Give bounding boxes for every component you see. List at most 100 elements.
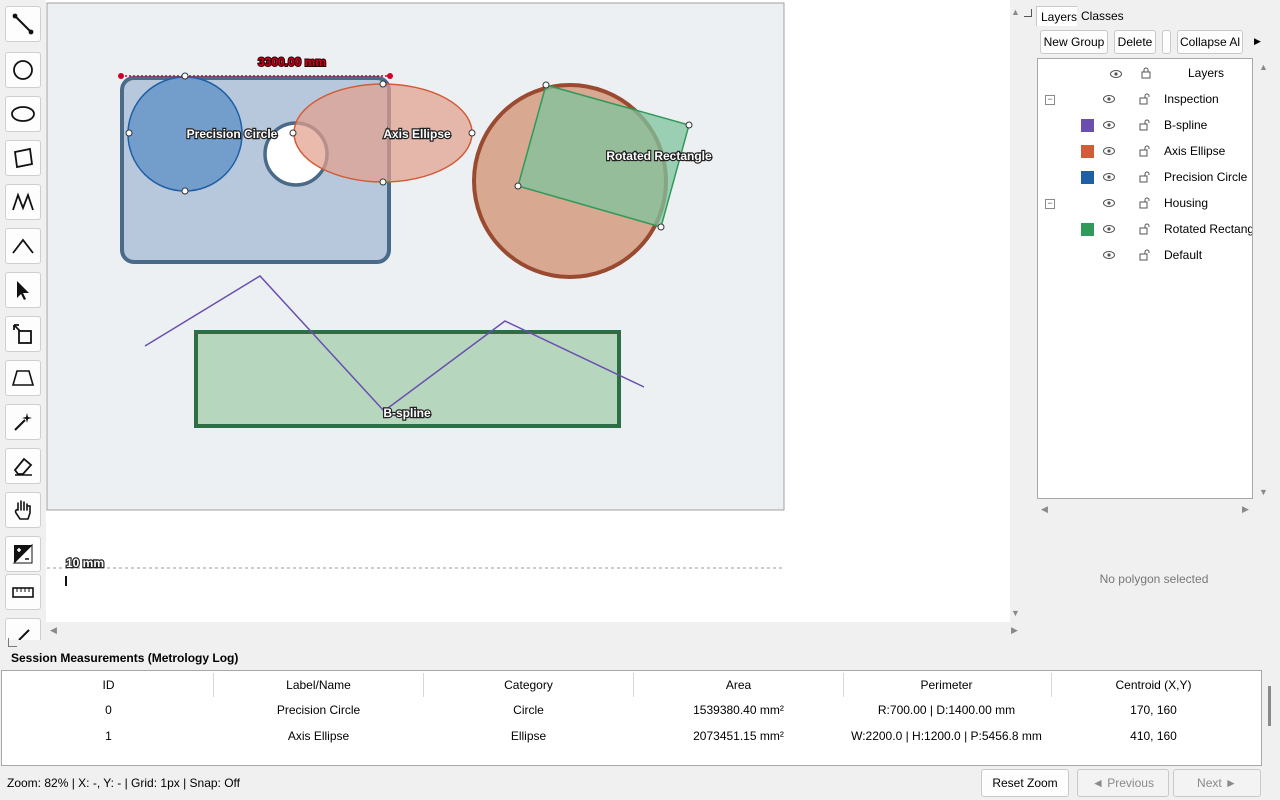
- reset-zoom-button[interactable]: Reset Zoom: [981, 769, 1069, 797]
- table-cell: Ellipse: [510, 729, 547, 743]
- previous-button[interactable]: ◄ Previous: [1077, 769, 1169, 797]
- select-arrow-icon[interactable]: [5, 272, 41, 308]
- visibility-eye-icon[interactable]: [1103, 223, 1115, 237]
- table-scrollbar[interactable]: [1268, 686, 1271, 726]
- visibility-eye-icon[interactable]: [1103, 93, 1115, 107]
- layer-name: Default: [1164, 248, 1203, 262]
- scroll-left-arrow[interactable]: ◀: [50, 625, 57, 635]
- column-header[interactable]: ID: [4, 673, 214, 697]
- visibility-eye-icon[interactable]: [1103, 119, 1115, 133]
- unlock-icon[interactable]: [1139, 197, 1151, 212]
- collapse-all-button[interactable]: Collapse Al: [1177, 30, 1243, 54]
- unlock-icon[interactable]: [1139, 249, 1151, 264]
- resize-grip: [8, 638, 17, 647]
- unlock-icon[interactable]: [1139, 93, 1151, 108]
- table-cell: Precision Circle: [276, 703, 361, 717]
- layer-row[interactable]: Default: [1038, 243, 1252, 269]
- column-header[interactable]: Area: [634, 673, 844, 697]
- rotated-rectangle-tool-icon[interactable]: [5, 140, 41, 176]
- unlock-icon[interactable]: [1139, 119, 1151, 134]
- layer-name: Axis Ellipse: [1164, 144, 1226, 158]
- tree-header: Layers: [1038, 61, 1252, 87]
- layer-color-swatch[interactable]: [1081, 119, 1094, 132]
- unlock-icon[interactable]: [1139, 223, 1151, 238]
- column-header[interactable]: Label/Name: [214, 673, 424, 697]
- tree-scroll-right[interactable]: ▶: [1242, 504, 1249, 515]
- unlock-icon[interactable]: [1139, 171, 1151, 186]
- next-button[interactable]: Next ►: [1173, 769, 1261, 797]
- scroll-up-arrow[interactable]: ▲: [1011, 7, 1020, 17]
- contrast-icon[interactable]: [5, 536, 41, 572]
- bspline-label: B-spline: [383, 406, 431, 420]
- table-cell: 170, 160: [1130, 703, 1177, 717]
- tab-classes[interactable]: Classes: [1077, 6, 1128, 26]
- tab-layers[interactable]: Layers: [1036, 6, 1083, 26]
- visibility-eye-icon[interactable]: [1103, 249, 1115, 263]
- eraser-icon[interactable]: [5, 448, 41, 484]
- status-bar: Zoom: 82% | X: -, Y: - | Grid: 1px | Sna…: [7, 776, 241, 790]
- table-cell: Circle: [513, 703, 544, 717]
- dimension-endpoint: [118, 73, 124, 79]
- layer-row[interactable]: − Inspection: [1038, 87, 1252, 113]
- axis-ellipse-label: Axis Ellipse: [383, 127, 451, 141]
- layer-row[interactable]: Precision Circle: [1038, 165, 1252, 191]
- dimension-endpoint: [387, 73, 393, 79]
- scroll-right-arrow[interactable]: ▶: [1011, 625, 1018, 635]
- transform-tool-icon[interactable]: [5, 316, 41, 352]
- layer-row[interactable]: B-spline: [1038, 113, 1252, 139]
- visibility-eye-icon[interactable]: [1103, 171, 1115, 185]
- scroll-down-arrow[interactable]: ▼: [1011, 608, 1020, 618]
- pan-hand-icon[interactable]: [5, 492, 41, 528]
- table-cell: W:2200.0 | H:1200.0 | P:5456.8 mm: [851, 729, 1042, 743]
- eye-icon: [1110, 68, 1122, 82]
- layers-tree[interactable]: Layers − Inspection B-spline Axis Ellipse Pr…: [1037, 58, 1253, 499]
- layer-color-swatch[interactable]: [1081, 171, 1094, 184]
- column-header[interactable]: Perimeter: [842, 673, 1052, 697]
- tree-scroll-up[interactable]: ▲: [1259, 62, 1268, 72]
- layer-name: B-spline: [1164, 118, 1208, 132]
- ruler-icon[interactable]: [5, 574, 41, 610]
- more-arrow-icon[interactable]: ▶: [1254, 36, 1261, 47]
- layer-color-swatch[interactable]: [1081, 145, 1094, 158]
- polyline-tool-icon[interactable]: [5, 184, 41, 220]
- layer-row[interactable]: Axis Ellipse: [1038, 139, 1252, 165]
- tool-palette: [0, 0, 48, 640]
- collapse-toggle-icon[interactable]: −: [1045, 95, 1055, 105]
- visibility-eye-icon[interactable]: [1103, 145, 1115, 159]
- magic-wand-icon[interactable]: [5, 404, 41, 440]
- table-cell: 410, 160: [1130, 729, 1177, 743]
- tree-scroll-left[interactable]: ◀: [1041, 504, 1048, 515]
- column-header[interactable]: Category: [424, 673, 634, 697]
- table-cell: R:700.00 | D:1400.00 mm: [877, 703, 1016, 717]
- unlock-icon[interactable]: [1139, 145, 1151, 160]
- perspective-tool-icon[interactable]: [5, 360, 41, 396]
- lock-icon: [1141, 67, 1151, 82]
- pen-icon[interactable]: [5, 618, 41, 640]
- table-cell: 1: [105, 729, 112, 743]
- layer-row[interactable]: − Housing: [1038, 191, 1252, 217]
- ellipse-tool-icon[interactable]: [5, 96, 41, 132]
- drawing-canvas[interactable]: 3300.00 mm Precision Circle Axis Ellipse…: [46, 0, 1010, 622]
- panel-dock-grip[interactable]: [1024, 9, 1032, 17]
- layer-name: Precision Circle: [1164, 170, 1248, 184]
- table-cell: 0: [105, 703, 112, 717]
- dimension-label: 3300.00 mm: [258, 55, 326, 69]
- tree-scroll-down[interactable]: ▼: [1259, 487, 1268, 497]
- circle-tool-icon[interactable]: [5, 52, 41, 88]
- visibility-eye-icon[interactable]: [1103, 197, 1115, 211]
- measurements-table[interactable]: ID Label/Name Category Area Perimeter Centroi…: [1, 670, 1262, 766]
- measurements-title: Session Measurements (Metrology Log): [11, 651, 239, 665]
- table-cell: 1539380.40 mm²: [693, 703, 784, 717]
- layer-color-swatch[interactable]: [1081, 223, 1094, 236]
- line-tool-icon[interactable]: [5, 6, 41, 42]
- collapse-toggle-icon[interactable]: −: [1045, 199, 1055, 209]
- new-group-button[interactable]: New Group: [1040, 30, 1108, 54]
- delete-button[interactable]: Delete: [1114, 30, 1156, 54]
- layer-name: Housing: [1164, 196, 1209, 210]
- column-header[interactable]: Centroid (X,Y): [1051, 673, 1256, 697]
- layer-row[interactable]: Rotated Rectang: [1038, 217, 1252, 243]
- toolbar-separator-button[interactable]: [1162, 30, 1171, 54]
- scale-bar-label: 10 mm: [66, 556, 104, 570]
- angle-tool-icon[interactable]: [5, 228, 41, 264]
- scale-bar: [65, 576, 67, 586]
